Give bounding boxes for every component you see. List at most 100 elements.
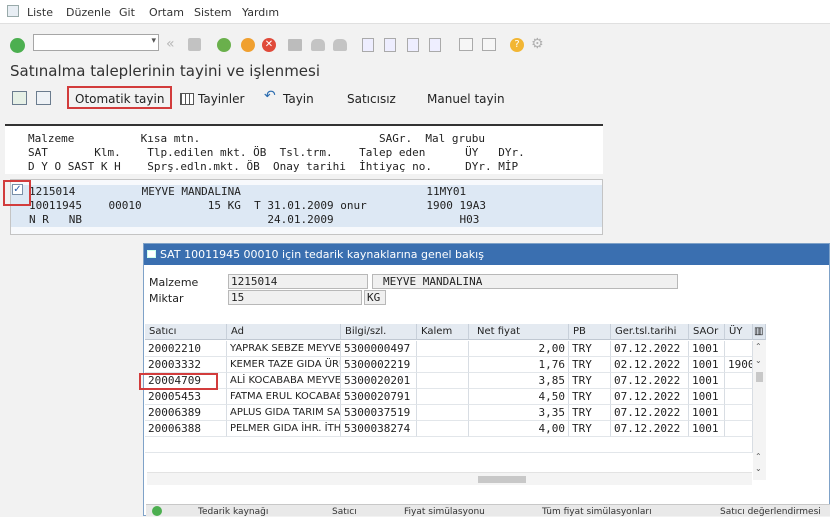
cell-purch-org[interactable]: 1001 xyxy=(689,389,725,405)
cell-item[interactable] xyxy=(417,341,469,357)
back-green-icon[interactable] xyxy=(217,38,231,52)
cell-currency[interactable]: TRY xyxy=(569,341,611,357)
print-icon[interactable] xyxy=(288,39,302,51)
cell-name[interactable]: APLUS GIDA TARIM SA xyxy=(227,405,341,421)
cell-currency[interactable]: TRY xyxy=(569,373,611,389)
cell-vendor[interactable]: 20006389 xyxy=(145,405,227,421)
cell-plant[interactable] xyxy=(725,341,753,357)
cell-info-record[interactable]: 5300020201 xyxy=(341,373,417,389)
cell-item[interactable] xyxy=(417,373,469,389)
col-header-item[interactable]: Kalem xyxy=(417,324,469,340)
exit-icon[interactable] xyxy=(241,38,255,52)
shortcut-icon[interactable] xyxy=(482,38,496,51)
cell-delivery-date[interactable]: 07.12.2022 xyxy=(611,405,689,421)
cell-info-record[interactable]: 5300020791 xyxy=(341,389,417,405)
confirm-icon[interactable] xyxy=(152,506,162,516)
manual-assign-button[interactable]: Manuel tayin xyxy=(427,90,505,108)
find-icon[interactable] xyxy=(311,39,325,51)
horizontal-scrollbar[interactable] xyxy=(147,472,752,485)
cell-purch-org[interactable]: 1001 xyxy=(689,405,725,421)
cell-delivery-date[interactable]: 07.12.2022 xyxy=(611,421,689,437)
cell-item[interactable] xyxy=(417,421,469,437)
cell-info-record[interactable]: 5300037519 xyxy=(341,405,417,421)
assignments-button[interactable]: Tayinler xyxy=(198,90,244,108)
command-field[interactable]: ▾ xyxy=(33,34,159,51)
menu-item-liste[interactable]: Liste xyxy=(27,6,53,19)
cell-net-price[interactable]: 2,00 xyxy=(469,341,569,357)
assign-button[interactable]: Tayin xyxy=(283,90,314,108)
cell-purch-org[interactable]: 1001 xyxy=(689,357,725,373)
menu-item-yardim[interactable]: Yardım xyxy=(242,6,279,19)
cell-info-record[interactable]: 5300002219 xyxy=(341,357,417,373)
col-header-date[interactable]: Ger.tsl.tarihi xyxy=(611,324,689,340)
help-icon[interactable]: ? xyxy=(510,38,524,52)
cell-plant[interactable] xyxy=(725,405,753,421)
material-desc-field[interactable]: MEYVE MANDALINA xyxy=(372,274,678,289)
cell-plant[interactable] xyxy=(725,373,753,389)
qty-unit-field[interactable]: KG xyxy=(364,290,386,305)
check-icon[interactable] xyxy=(10,38,25,53)
cell-currency[interactable]: TRY xyxy=(569,389,611,405)
cell-vendor[interactable]: 20006388 xyxy=(145,421,227,437)
cell-vendor[interactable]: 20002210 xyxy=(145,341,227,357)
cell-info-record[interactable]: 5300038274 xyxy=(341,421,417,437)
col-header-org[interactable]: SAOr xyxy=(689,324,725,340)
prev-page-icon[interactable] xyxy=(384,38,396,52)
col-header-name[interactable]: Ad xyxy=(227,324,341,340)
menu-item-sistem[interactable]: Sistem xyxy=(194,6,232,19)
cell-delivery-date[interactable]: 07.12.2022 xyxy=(611,341,689,357)
cell-vendor[interactable]: 20003332 xyxy=(145,357,227,373)
cell-info-record[interactable]: 5300000497 xyxy=(341,341,417,357)
cell-plant[interactable] xyxy=(725,421,753,437)
cell-net-price[interactable]: 3,35 xyxy=(469,405,569,421)
back-icon[interactable]: « xyxy=(166,37,175,51)
cell-net-price[interactable]: 3,85 xyxy=(469,373,569,389)
cell-net-price[interactable]: 4,50 xyxy=(469,389,569,405)
col-header-plant[interactable]: ÜY xyxy=(725,324,753,340)
cell-purch-org[interactable]: 1001 xyxy=(689,341,725,357)
settings-icon[interactable]: ⚙ xyxy=(531,37,544,51)
configure-icon[interactable] xyxy=(36,91,51,105)
vendorless-button[interactable]: Satıcısız xyxy=(347,90,396,108)
col-header-currency[interactable]: PB xyxy=(569,324,611,340)
horizontal-scroll-thumb[interactable] xyxy=(478,476,526,483)
cell-name[interactable]: ALİ KOCABABA MEYVE ... xyxy=(227,373,341,389)
menu-item-ortam[interactable]: Ortam xyxy=(149,6,184,19)
scroll-down-icon[interactable]: ⌄ xyxy=(755,356,762,365)
cell-item[interactable] xyxy=(417,357,469,373)
cell-plant[interactable]: 1900 xyxy=(725,357,753,373)
first-page-icon[interactable] xyxy=(362,38,374,52)
cell-delivery-date[interactable]: 07.12.2022 xyxy=(611,389,689,405)
sap-window-icon[interactable] xyxy=(7,5,19,17)
cell-item[interactable] xyxy=(417,405,469,421)
list-item[interactable]: 1215014 MEYVE MANDALINA 11MY01 10011945 … xyxy=(10,179,603,235)
menu-item-duzenle[interactable]: Düzenle xyxy=(66,6,111,19)
column-settings-icon[interactable]: ▥ xyxy=(753,324,766,340)
material-field[interactable]: 1215014 xyxy=(228,274,368,289)
col-header-price[interactable]: Net fiyat xyxy=(469,324,569,340)
col-header-vendor[interactable]: Satıcı xyxy=(145,324,227,340)
next-page-icon[interactable] xyxy=(407,38,419,52)
menu-item-git[interactable]: Git xyxy=(119,6,135,19)
scroll-down-icon[interactable]: ⌄ xyxy=(755,464,762,473)
qty-field[interactable]: 15 xyxy=(228,290,362,305)
overview-icon[interactable] xyxy=(12,91,27,105)
cell-name[interactable]: YAPRAK SEBZE MEYVE ... xyxy=(227,341,341,357)
save-icon[interactable] xyxy=(188,38,201,51)
cell-name[interactable]: PELMER GIDA İHR. İTH... xyxy=(227,421,341,437)
cell-vendor[interactable]: 20005453 xyxy=(145,389,227,405)
cell-item[interactable] xyxy=(417,389,469,405)
cell-name[interactable]: FATMA ERUL KOCABAB... xyxy=(227,389,341,405)
cell-purch-org[interactable]: 1001 xyxy=(689,373,725,389)
cell-currency[interactable]: TRY xyxy=(569,405,611,421)
cell-net-price[interactable]: 1,76 xyxy=(469,357,569,373)
scroll-thumb[interactable] xyxy=(756,372,763,382)
cell-delivery-date[interactable]: 02.12.2022 xyxy=(611,357,689,373)
last-page-icon[interactable] xyxy=(429,38,441,52)
col-header-info[interactable]: Bilgi/szl. xyxy=(341,324,417,340)
vertical-scrollbar[interactable]: ⌃ ⌄ ⌃ ⌄ xyxy=(753,340,766,480)
scroll-up-icon[interactable]: ⌃ xyxy=(755,452,762,461)
cell-net-price[interactable]: 4,00 xyxy=(469,421,569,437)
cancel-icon[interactable]: ✕ xyxy=(262,38,276,52)
cell-name[interactable]: KEMER TAZE GIDA ÜRÜ... xyxy=(227,357,341,373)
